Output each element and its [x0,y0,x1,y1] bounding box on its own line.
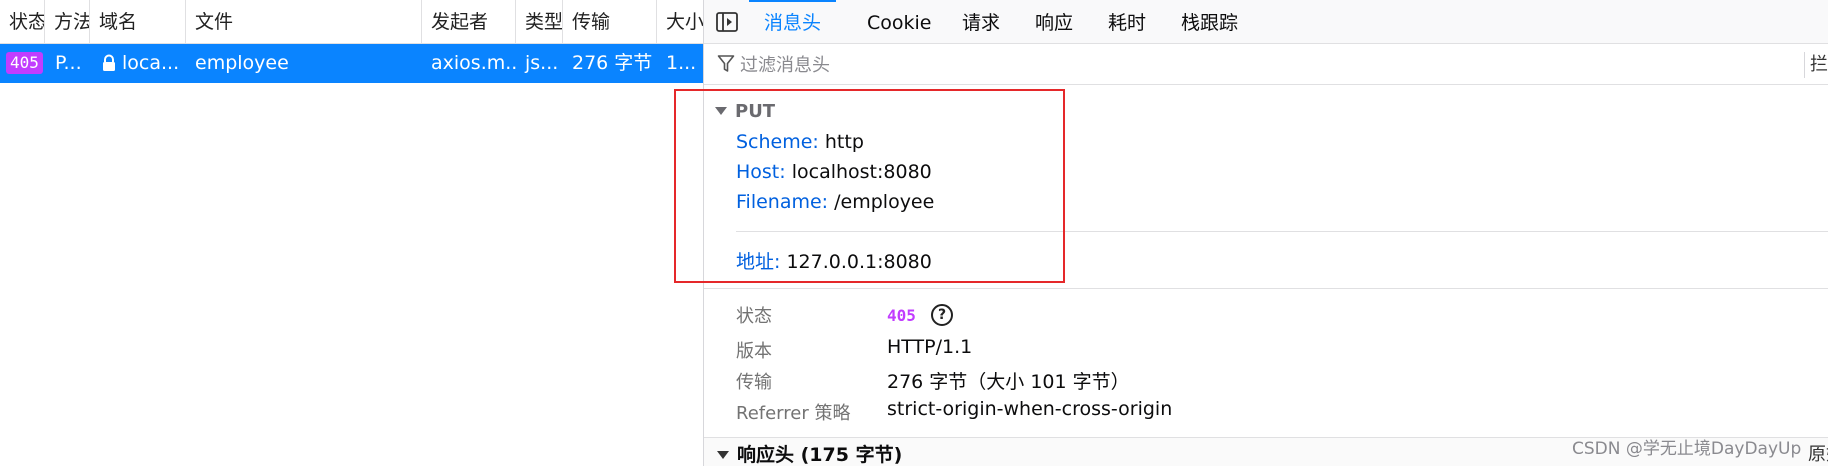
raw-toggle[interactable]: 原始 [1808,440,1828,466]
tab-timings[interactable]: 耗时 [1100,0,1154,44]
tab-cookie[interactable]: Cookie [859,0,940,44]
row-size-cell: 1... [666,52,697,74]
version-label: 版本 [736,341,772,362]
request-table-header: 状态 方法 域名 文件 发起者 类型 传输 大小 [0,0,703,44]
column-size[interactable]: 大小 [657,0,703,44]
column-initiator[interactable]: 发起者 [422,0,516,44]
transfer-label: 传输 [736,372,772,393]
filter-icon [717,54,735,74]
divider [704,288,1828,289]
lock-icon [102,47,116,71]
filter-bar: 拦 [704,44,1828,85]
referrer-policy-value: strict-origin-when-cross-origin [887,398,1173,420]
row-domain-text: loca... [122,52,180,74]
row-domain-cell: loca... [90,44,186,83]
column-transferred[interactable]: 传输 [563,0,657,44]
tab-response[interactable]: 响应 [1027,0,1081,44]
column-file[interactable]: 文件 [186,0,422,44]
status-badge: 405 [6,52,43,74]
response-headers-title: 响应头 (175 字节) [717,440,902,466]
column-domain[interactable]: 域名 [90,0,186,44]
row-file-cell: employee [195,52,289,74]
toggle-sidebar-icon[interactable] [716,12,738,32]
status-value: 405 [887,306,916,325]
version-value: HTTP/1.1 [887,336,973,358]
watermark: CSDN @学无止境DayDayUp [1572,439,1802,459]
column-type[interactable]: 类型 [516,0,563,44]
transfer-value: 276 字节（大小 101 字节） [887,371,1130,393]
block-button[interactable]: 拦 [1810,44,1828,85]
details-tabbar: 消息头 Cookie 请求 响应 耗时 栈跟踪 [704,0,1828,44]
tab-request[interactable]: 请求 [954,0,1008,44]
help-icon[interactable]: ? [931,304,953,326]
row-type-cell: js... [525,52,559,74]
highlight-box [674,89,1065,283]
filter-divider [1804,52,1805,78]
network-monitor: 状态 方法 域名 文件 发起者 类型 传输 大小 405 P... loca..… [0,0,1828,466]
filter-headers-input[interactable] [740,52,1640,78]
referrer-policy-label: Referrer 策略 [736,403,851,424]
collapse-triangle-icon [717,451,729,459]
status-label: 状态 [736,306,772,327]
row-status-cell: 405 [0,44,45,83]
row-initiator-cell: axios.m... [431,52,516,74]
request-list-panel: 状态 方法 域名 文件 发起者 类型 传输 大小 405 P... loca..… [0,0,703,466]
row-method-cell: P... [55,52,82,74]
row-transferred-cell: 276 字节 [572,52,653,74]
column-method[interactable]: 方法 [45,0,90,44]
tab-stack-trace[interactable]: 栈跟踪 [1173,0,1246,44]
table-row[interactable]: 405 P... loca... employee axios.m... js.… [0,44,703,83]
tab-headers[interactable]: 消息头 [749,0,837,44]
column-status[interactable]: 状态 [0,0,45,44]
